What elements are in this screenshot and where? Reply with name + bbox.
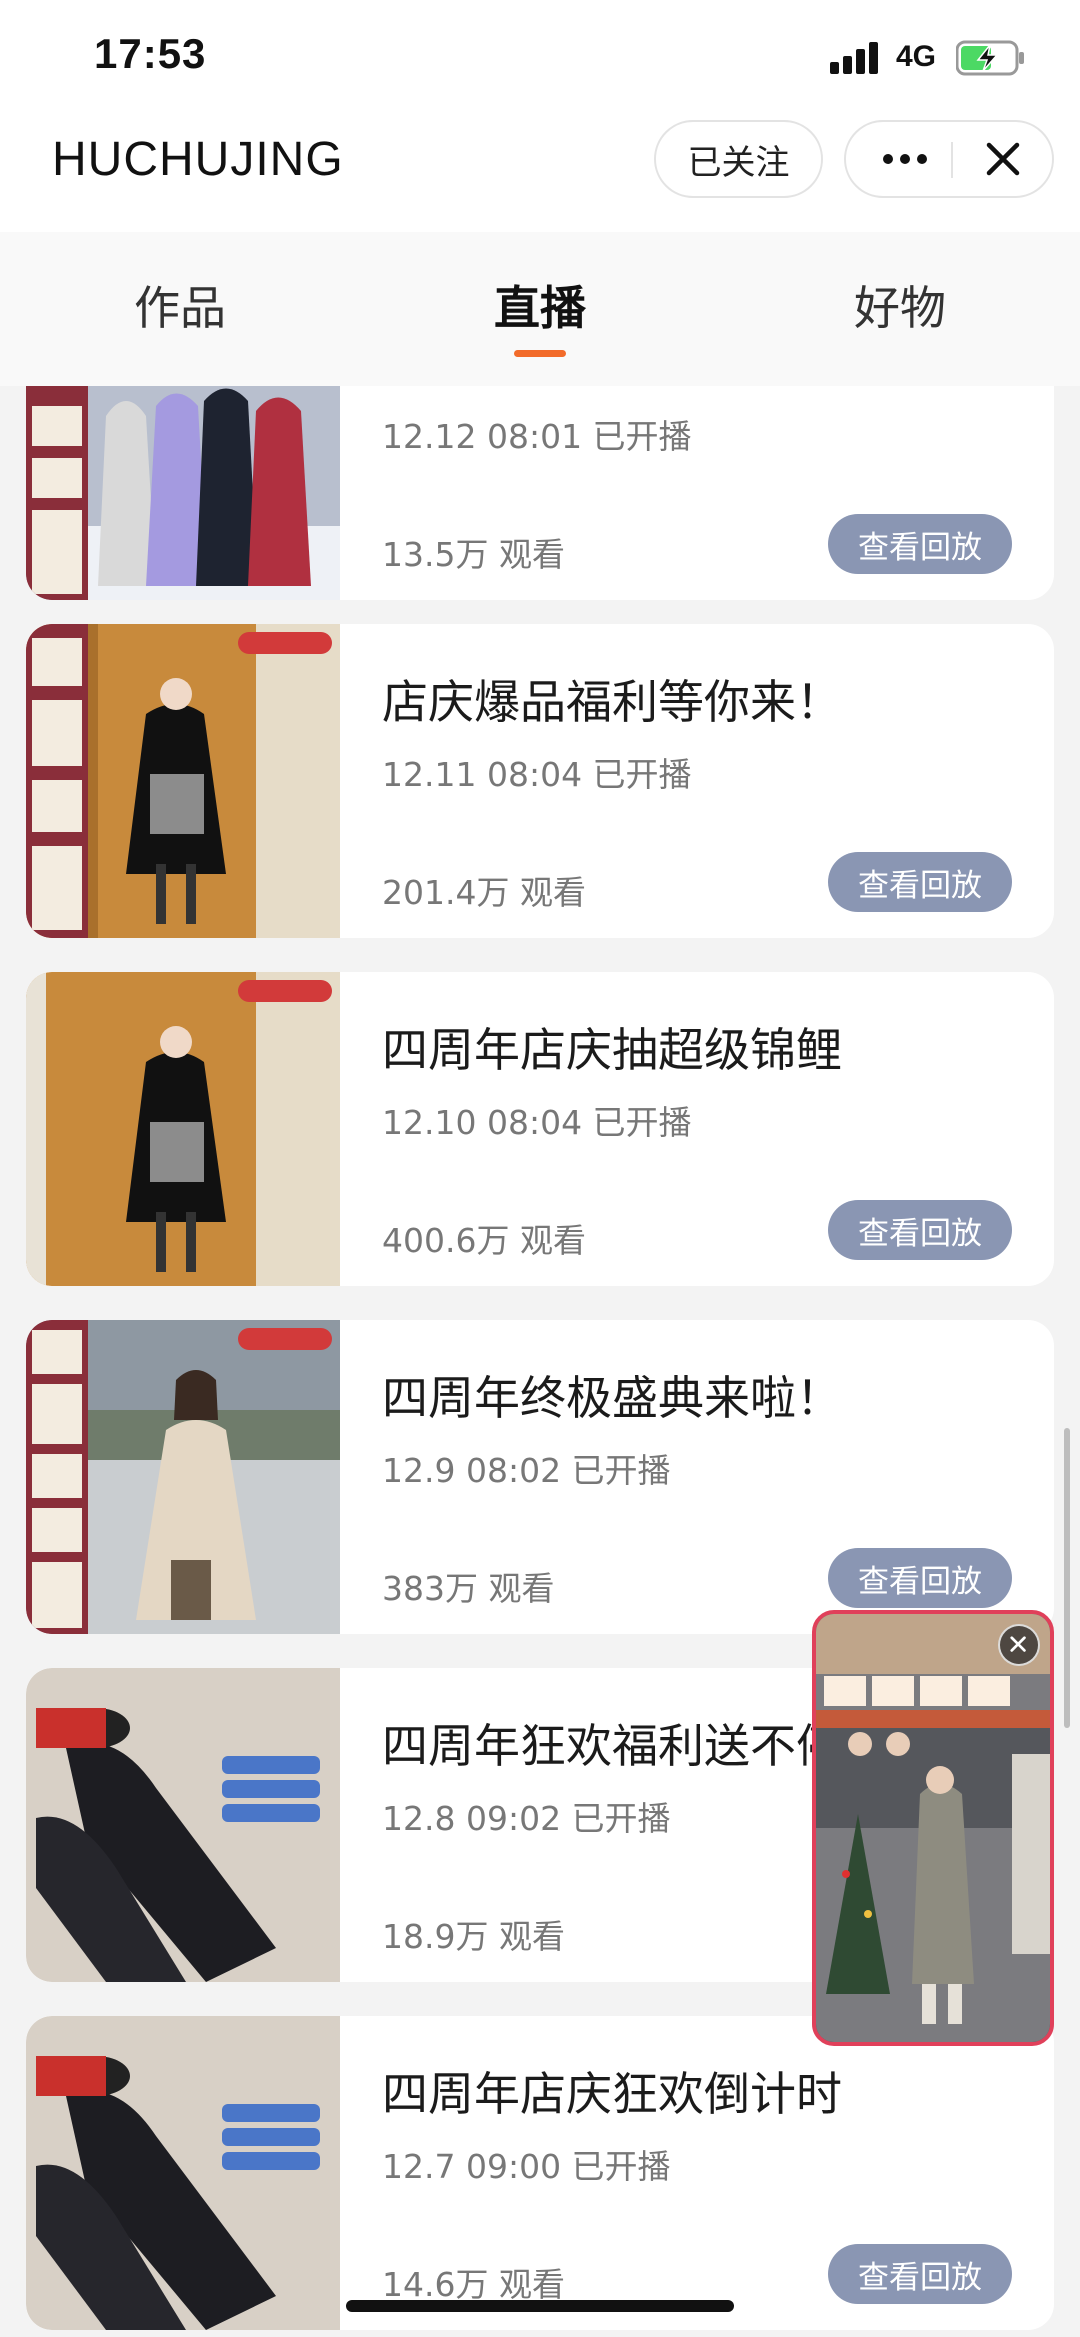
live-thumbnail — [26, 1668, 340, 1982]
live-card[interactable]: 四周年店庆抽超级锦鲤 12.10 08:04 已开播 400.6万 观看 查看回… — [26, 972, 1054, 1286]
shop-name: HUCHUJING — [52, 133, 344, 186]
replay-button[interactable]: 查看回放 — [828, 852, 1012, 912]
live-thumbnail — [26, 2016, 340, 2330]
live-time: 12.11 08:04 已开播 — [382, 755, 692, 794]
floating-live-video — [816, 1614, 1050, 2042]
tab-goods[interactable]: 好物 — [800, 272, 1000, 338]
replay-button[interactable]: 查看回放 — [828, 1548, 1012, 1608]
more-icon[interactable] — [862, 122, 946, 196]
scrollbar[interactable] — [1064, 1428, 1070, 1728]
floating-live-window[interactable] — [812, 1610, 1054, 2046]
close-icon[interactable] — [998, 1624, 1040, 1666]
live-thumbnail — [26, 624, 340, 938]
live-card[interactable]: 四周年店庆狂欢倒计时 12.7 09:00 已开播 14.6万 观看 查看回放 — [26, 2016, 1054, 2330]
view-count: 13.5万 观看 — [382, 535, 565, 574]
live-time: 12.12 08:01 已开播 — [382, 417, 692, 456]
signal-icon — [830, 40, 880, 74]
mini-program-capsule — [844, 120, 1054, 198]
status-bar: 17:53 4G — [0, 0, 1080, 118]
battery-charging-icon — [956, 40, 1024, 76]
replay-button[interactable]: 查看回放 — [828, 1200, 1012, 1260]
live-title: 四周年终极盛典来啦！ — [382, 1371, 842, 1425]
live-title: 四周年店庆狂欢倒计时 — [382, 2067, 842, 2121]
tab-works[interactable]: 作品 — [80, 272, 280, 338]
view-count: 14.6万 观看 — [382, 2265, 565, 2304]
profile-header: HUCHUJING 已关注 — [0, 118, 1080, 232]
close-icon[interactable] — [958, 122, 1048, 196]
live-time: 12.9 08:02 已开播 — [382, 1451, 671, 1490]
live-title: 店庆爆品福利等你来！ — [382, 675, 842, 729]
tab-active-indicator — [514, 350, 566, 357]
live-time: 12.7 09:00 已开播 — [382, 2147, 671, 2186]
capsule-divider — [951, 142, 953, 178]
live-card[interactable]: 四周年终极盛典来啦！ 12.9 08:02 已开播 383万 观看 查看回放 — [26, 1320, 1054, 1634]
live-thumbnail — [26, 386, 340, 600]
view-count: 201.4万 观看 — [382, 873, 586, 912]
replay-button[interactable]: 查看回放 — [828, 2244, 1012, 2304]
live-thumbnail — [26, 1320, 340, 1634]
view-count: 400.6万 观看 — [382, 1221, 586, 1260]
status-time: 17:53 — [94, 30, 207, 77]
live-card[interactable]: 店庆爆品福利等你来！ 12.11 08:04 已开播 201.4万 观看 查看回… — [26, 624, 1054, 938]
live-card[interactable]: 12.12 08:01 已开播 13.5万 观看 查看回放 — [26, 386, 1054, 600]
home-indicator — [346, 2300, 734, 2312]
live-title: 四周年店庆抽超级锦鲤 — [382, 1023, 842, 1077]
replay-button[interactable]: 查看回放 — [828, 514, 1012, 574]
live-time: 12.8 09:02 已开播 — [382, 1799, 671, 1838]
tab-bar: 作品 直播 好物 — [0, 232, 1080, 386]
view-count: 18.9万 观看 — [382, 1917, 565, 1956]
live-time: 12.10 08:04 已开播 — [382, 1103, 692, 1142]
view-count: 383万 观看 — [382, 1569, 555, 1608]
tab-live[interactable]: 直播 — [440, 272, 640, 338]
follow-button[interactable]: 已关注 — [654, 120, 823, 198]
live-thumbnail — [26, 972, 340, 1286]
network-type: 4G — [896, 40, 937, 73]
